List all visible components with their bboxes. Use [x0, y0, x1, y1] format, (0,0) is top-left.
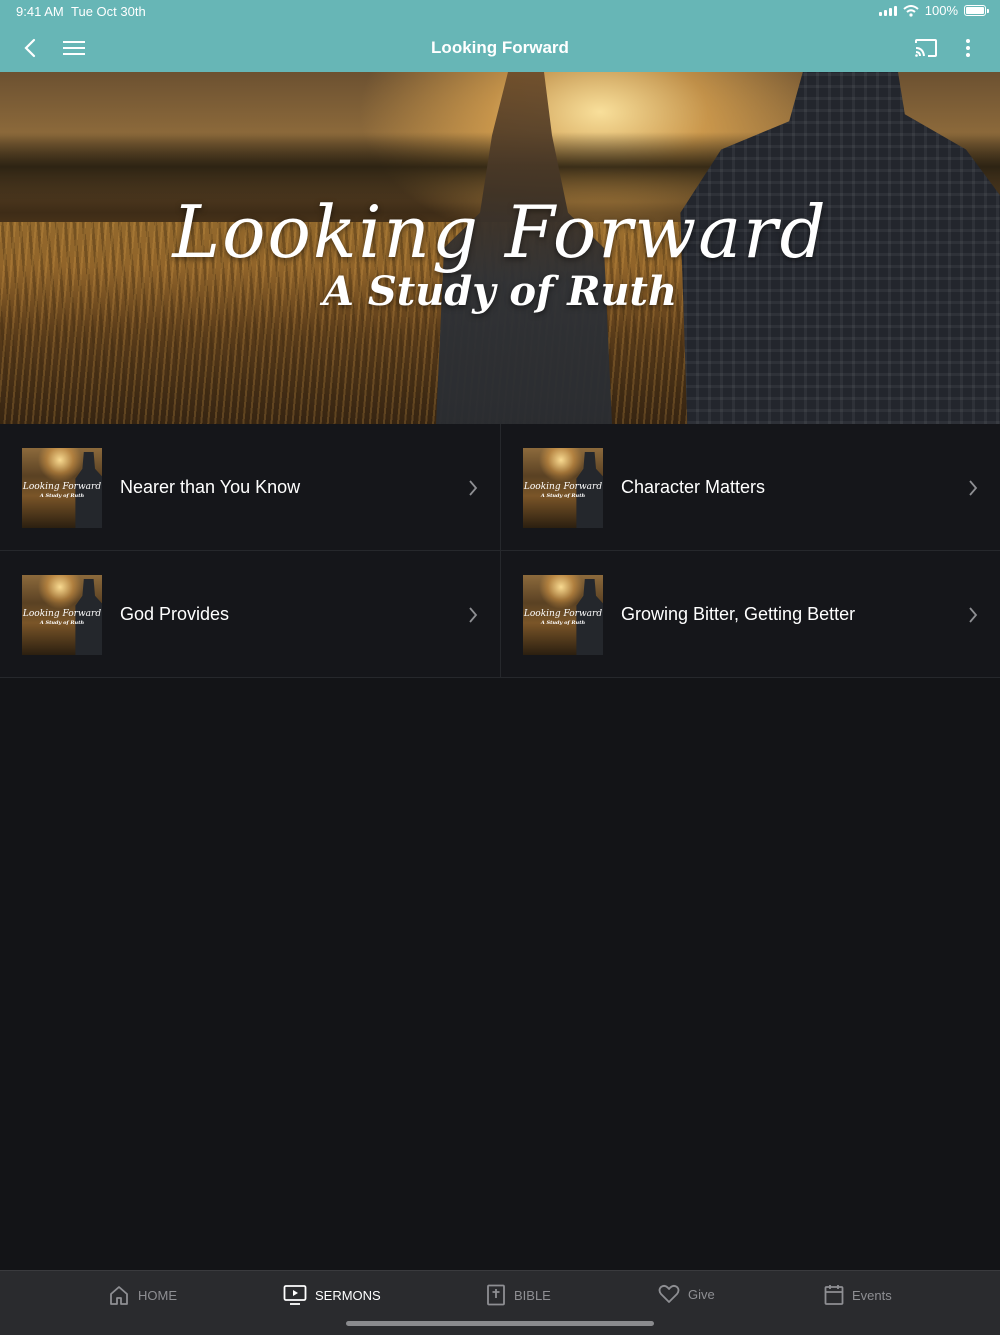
heart-icon: [658, 1284, 680, 1303]
chevron-right-icon: [469, 607, 478, 623]
tab-home-label: HOME: [138, 1287, 177, 1303]
thumbnail-title: Looking Forward: [22, 482, 102, 492]
cast-icon[interactable]: [912, 36, 940, 60]
sermon-item[interactable]: Looking Forward A Study of Ruth Characte…: [500, 424, 1000, 551]
thumbnail-title: Looking Forward: [523, 482, 603, 492]
tab-events-label: Events: [852, 1287, 892, 1303]
sermon-title: Growing Bitter, Getting Better: [621, 604, 856, 624]
tab-give-label: Give: [688, 1286, 715, 1302]
status-bar: 9:41 AM Tue Oct 30th 100%: [0, 0, 1000, 24]
app-bar: Looking Forward: [0, 24, 1000, 72]
tab-sermons[interactable]: SERMONS: [283, 1284, 381, 1306]
thumbnail-subtitle: A Study of Ruth: [39, 493, 85, 499]
tab-home[interactable]: HOME: [108, 1284, 177, 1306]
top-bar: 9:41 AM Tue Oct 30th 100% Looking Forwar…: [0, 0, 1000, 72]
cellular-signal-icon: [878, 5, 897, 16]
sermon-thumbnail: Looking Forward A Study of Ruth: [523, 448, 603, 528]
tv-icon: [283, 1285, 307, 1305]
sermon-thumbnail: Looking Forward A Study of Ruth: [523, 575, 603, 655]
sermon-thumbnail: Looking Forward A Study of Ruth: [22, 575, 102, 655]
status-time: 9:41 AM: [16, 4, 64, 19]
status-indicators: 100%: [878, 3, 989, 18]
bible-icon: [487, 1284, 505, 1306]
chevron-right-icon: [969, 480, 978, 496]
tab-give[interactable]: Give: [658, 1284, 715, 1304]
more-options-icon[interactable]: [958, 36, 978, 60]
sermon-item[interactable]: Looking Forward A Study of Ruth Nearer t…: [0, 424, 500, 551]
series-banner-image: Looking Forward A Study of Ruth: [0, 72, 1000, 424]
page-title: Looking Forward: [431, 38, 569, 57]
chevron-right-icon: [969, 607, 978, 623]
sermon-item[interactable]: Looking Forward A Study of Ruth God Prov…: [0, 551, 500, 678]
status-date: Tue Oct 30th: [71, 4, 146, 19]
thumbnail-title: Looking Forward: [523, 609, 603, 619]
tab-bible-label: BIBLE: [514, 1287, 551, 1303]
sermon-title: God Provides: [120, 604, 230, 624]
tab-bible[interactable]: BIBLE: [486, 1284, 551, 1306]
home-indicator[interactable]: [346, 1321, 654, 1326]
sermon-item[interactable]: Looking Forward A Study of Ruth Growing …: [500, 551, 1000, 678]
thumbnail-subtitle: A Study of Ruth: [39, 620, 85, 626]
thumbnail-subtitle: A Study of Ruth: [540, 620, 586, 626]
chevron-right-icon: [469, 480, 478, 496]
tab-sermons-label: SERMONS: [315, 1287, 381, 1303]
thumbnail-subtitle: A Study of Ruth: [540, 493, 586, 499]
tab-events[interactable]: Events: [824, 1284, 892, 1306]
sermon-title: Nearer than You Know: [120, 477, 301, 497]
wifi-icon: [903, 4, 919, 17]
battery-percent: 100%: [924, 3, 958, 18]
thumbnail-title: Looking Forward: [22, 609, 102, 619]
battery-icon: [964, 5, 989, 16]
banner-subtitle: A Study of Ruth: [322, 268, 678, 315]
home-icon: [110, 1286, 128, 1305]
banner-title: Looking Forward: [172, 190, 828, 274]
sermon-title: Character Matters: [621, 477, 766, 497]
sermon-thumbnail: Looking Forward A Study of Ruth: [22, 448, 102, 528]
calendar-icon: [824, 1285, 844, 1305]
